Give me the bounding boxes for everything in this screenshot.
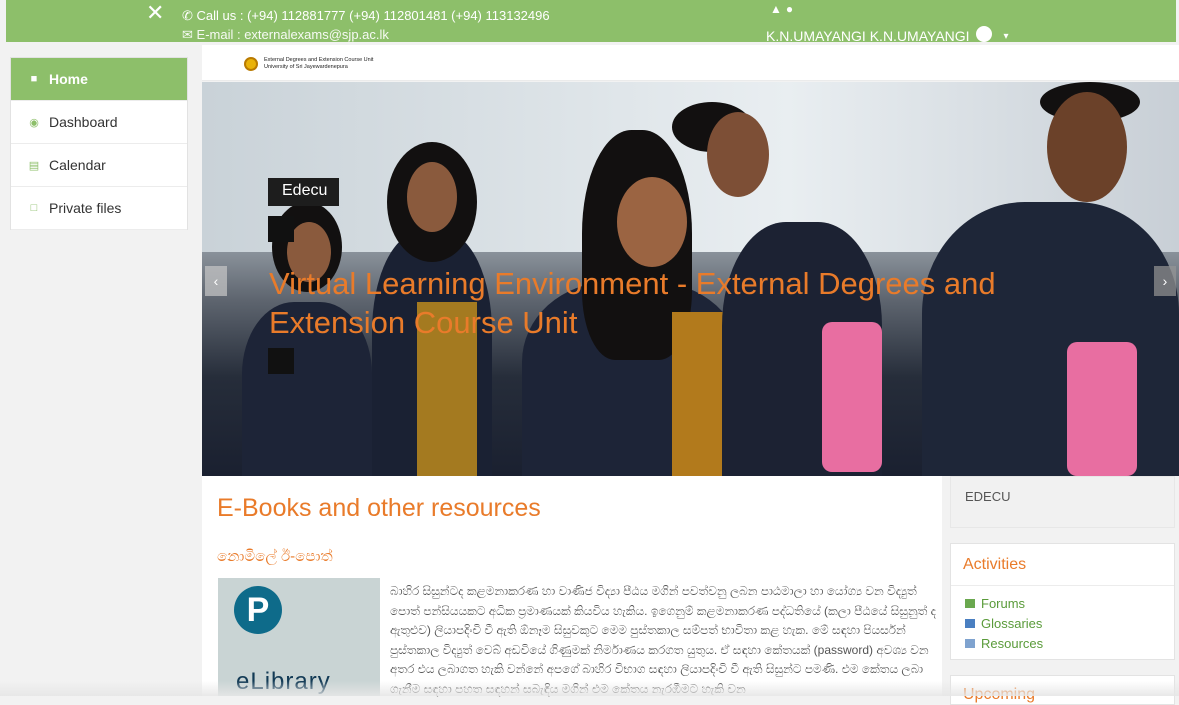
notification-icons: ▲●: [770, 2, 797, 16]
activity-label[interactable]: Resources: [981, 636, 1043, 651]
edecu-label: EDECU: [965, 489, 1011, 504]
sidebar-item-dashboard[interactable]: ◉ Dashboard: [11, 101, 187, 144]
sidebar-item-label: Dashboard: [49, 114, 118, 130]
avatar-icon[interactable]: [975, 26, 992, 42]
close-icon[interactable]: ✕: [146, 2, 164, 24]
slide-title: Virtual Learning Environment - External …: [269, 266, 996, 340]
slide-marker: [268, 216, 294, 242]
sidebar-item-private-files[interactable]: □ Private files: [11, 187, 187, 230]
activity-label[interactable]: Forums: [981, 596, 1025, 611]
dashboard-icon: ◉: [29, 116, 39, 129]
contact-email: ✉ E-mail : externalexams@sjp.ac.lk: [182, 27, 389, 43]
user-name[interactable]: K.N.UMAYANGI K.N.UMAYANGI: [766, 28, 970, 44]
home-icon: ■: [30, 73, 38, 85]
mail-icon: ✉: [182, 27, 193, 42]
ebook-description: බාහිර සිසුන්ටද කළමනාකරණ හා වාණිජ විද්‍යා…: [390, 584, 937, 696]
phone-text: Call us : (+94) 112881777 (+94) 11280148…: [196, 8, 550, 23]
activities-title: Activities: [963, 556, 1027, 573]
activity-glossaries[interactable]: Glossaries: [965, 616, 1042, 631]
graduate-figure: [1047, 92, 1127, 202]
elibrary-label: eLibrary: [236, 668, 331, 695]
activity-resources[interactable]: Resources: [965, 636, 1043, 651]
calendar-icon: ▤: [28, 159, 40, 172]
pearson-logo-icon: P: [234, 586, 282, 634]
chat-icon[interactable]: ●: [786, 2, 797, 16]
edecu-block: EDECU: [950, 476, 1175, 528]
slider-prev-button[interactable]: ‹: [205, 266, 227, 296]
sidebar-nav: ■ Home ◉ Dashboard ▤ Calendar □ Private …: [10, 57, 188, 230]
section-heading: E-Books and other resources: [217, 494, 541, 522]
university-logo-icon[interactable]: [244, 57, 258, 71]
logo-text[interactable]: External Degrees and Extension Course Un…: [264, 57, 373, 70]
slide-marker: [268, 348, 294, 374]
slider-next-button[interactable]: ›: [1154, 266, 1176, 296]
activity-forums[interactable]: Forums: [965, 596, 1025, 611]
elibrary-image[interactable]: P eLibrary: [218, 578, 380, 696]
forum-icon: [965, 599, 975, 608]
glossary-icon: [965, 619, 975, 628]
bell-icon[interactable]: ▲: [770, 2, 786, 16]
sidebar-item-label: Home: [49, 71, 88, 87]
graduate-figure: [617, 177, 687, 267]
email-text: E-mail : externalexams@sjp.ac.lk: [196, 27, 389, 42]
activities-block: Activities Forums Glossaries Resources: [950, 543, 1175, 660]
user-menu[interactable]: K.N.UMAYANGI K.N.UMAYANGI ▾: [766, 26, 1009, 44]
slide-tag: Edecu: [268, 178, 340, 206]
upcoming-block: Upcoming: [950, 675, 1175, 705]
sidebar-item-calendar[interactable]: ▤ Calendar: [11, 144, 187, 187]
graduate-figure: [1067, 342, 1137, 476]
upcoming-title: Upcoming: [963, 686, 1036, 703]
main-content: E-Books and other resources නොමිලේ ඊ-පොත…: [202, 476, 942, 696]
sidebar-item-label: Calendar: [49, 157, 106, 173]
graduate-figure: [407, 162, 457, 232]
phone-icon: ✆: [182, 8, 193, 23]
contact-phone: ✆ Call us : (+94) 112881777 (+94) 112801…: [182, 8, 550, 24]
activity-label[interactable]: Glossaries: [981, 616, 1042, 631]
resource-icon: [965, 639, 975, 648]
divider: [951, 585, 1174, 586]
hero-slider: Edecu Virtual Learning Environment - Ext…: [202, 82, 1179, 476]
logo-line-2: University of Sri Jayewardenepura: [264, 63, 348, 70]
file-icon: □: [30, 202, 38, 214]
sidebar-item-home[interactable]: ■ Home: [11, 58, 187, 101]
logo-header: External Degrees and Extension Course Un…: [202, 45, 1179, 81]
chevron-down-icon[interactable]: ▾: [1004, 31, 1009, 42]
section-subheading: නොමිලේ ඊ-පොත්: [217, 548, 333, 565]
graduate-figure: [707, 112, 769, 197]
sidebar-item-label: Private files: [49, 200, 122, 216]
logo-line-1: External Degrees and Extension Course Un…: [264, 57, 374, 63]
graduate-figure: [822, 322, 882, 472]
top-bar: ✕ ✆ Call us : (+94) 112881777 (+94) 1128…: [6, 0, 1176, 44]
